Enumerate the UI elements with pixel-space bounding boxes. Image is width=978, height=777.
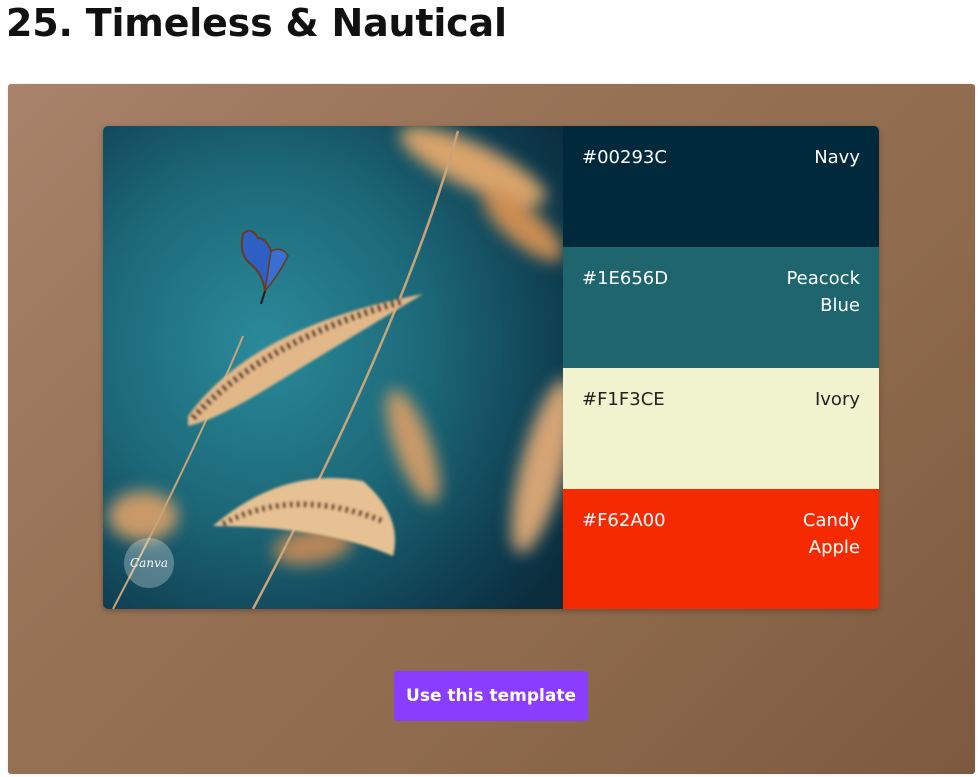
swatch-hex: #00293C — [582, 147, 667, 168]
swatch-hex: #F62A00 — [582, 510, 666, 531]
swatch-name: Candy Apple — [802, 510, 860, 558]
section-title: 25. Timeless & Nautical — [6, 1, 507, 45]
swatch-name: Navy — [814, 147, 860, 168]
swatch-candy-apple: #F62A00 Candy Apple — [563, 489, 879, 609]
butterfly-grass-image — [103, 126, 563, 609]
swatch-hex: #F1F3CE — [582, 389, 665, 410]
use-template-button[interactable]: Use this template — [394, 671, 588, 721]
palette-photo: Canva — [103, 126, 563, 609]
swatch-peacock-blue: #1E656D Peacock Blue — [563, 247, 879, 368]
swatch-ivory: #F1F3CE Ivory — [563, 368, 879, 489]
swatch-name: Peacock Blue — [786, 268, 860, 316]
swatch-navy: #00293C Navy — [563, 126, 879, 247]
swatch-name: Ivory — [814, 389, 860, 410]
swatch-hex: #1E656D — [582, 268, 669, 289]
color-swatches: #00293C Navy #1E656D Peacock Blue #F1F3C… — [563, 126, 879, 609]
canva-logo: Canva — [124, 538, 174, 588]
palette-card: Canva #00293C Navy #1E656D Peacock Blue … — [103, 126, 879, 609]
palette-preview-frame: Canva #00293C Navy #1E656D Peacock Blue … — [8, 84, 975, 774]
